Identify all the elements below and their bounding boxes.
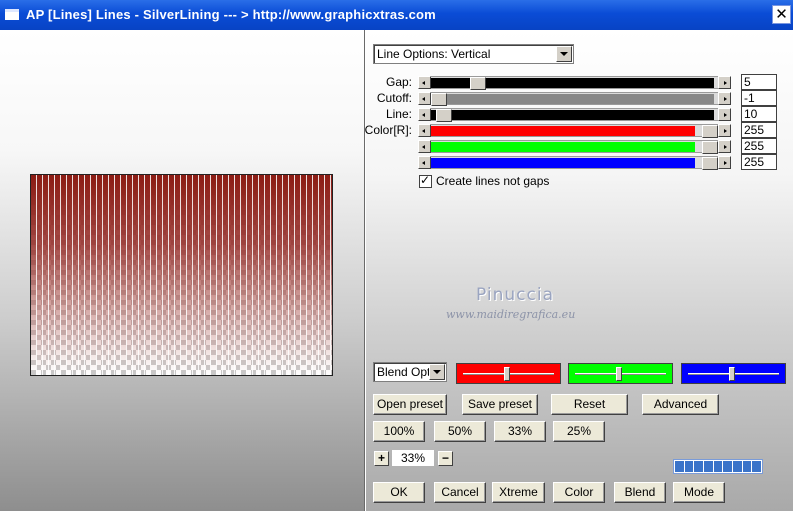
slider-track[interactable] bbox=[431, 92, 718, 106]
advanced-button[interactable]: Advanced bbox=[642, 394, 719, 415]
preview-image[interactable] bbox=[30, 174, 333, 376]
blend-slider-thumb[interactable] bbox=[729, 367, 735, 381]
progress-indicator bbox=[673, 459, 763, 474]
title-bar: AP [Lines] Lines - SilverLining --- > ht… bbox=[0, 0, 793, 30]
slider-track[interactable] bbox=[431, 156, 718, 170]
slider-value-field[interactable]: 255 bbox=[741, 122, 777, 138]
progress-segment bbox=[723, 461, 733, 472]
ok-button[interactable]: OK bbox=[373, 482, 425, 503]
blend-slider-thumb[interactable] bbox=[504, 367, 510, 381]
arrow-right-icon[interactable] bbox=[718, 76, 731, 89]
slider-track[interactable] bbox=[431, 76, 718, 90]
window-icon bbox=[5, 9, 19, 20]
slider-value-field[interactable]: 255 bbox=[741, 154, 777, 170]
progress-segment bbox=[742, 461, 752, 472]
blend-button[interactable]: Blend bbox=[614, 482, 666, 503]
zoom-25-button[interactable]: 25% bbox=[553, 421, 605, 442]
arrow-left-icon[interactable] bbox=[418, 140, 431, 153]
blend-color-slider[interactable] bbox=[568, 363, 673, 384]
slider-fill bbox=[431, 110, 714, 120]
window-title: AP [Lines] Lines - SilverLining --- > ht… bbox=[26, 7, 436, 22]
slider[interactable] bbox=[418, 156, 731, 170]
slider-track[interactable] bbox=[431, 124, 718, 138]
slider-label: Line: bbox=[385, 107, 412, 121]
arrow-left-icon[interactable] bbox=[418, 76, 431, 89]
save-preset-button[interactable]: Save preset bbox=[462, 394, 538, 415]
zoom-50-button[interactable]: 50% bbox=[434, 421, 486, 442]
reset-button[interactable]: Reset bbox=[551, 394, 628, 415]
chevron-down-icon[interactable] bbox=[429, 364, 445, 380]
slider-track[interactable] bbox=[431, 108, 718, 122]
slider-fill bbox=[431, 94, 714, 104]
arrow-right-icon[interactable] bbox=[718, 124, 731, 137]
line-options-select[interactable]: Line Options: Vertical bbox=[373, 44, 574, 64]
chevron-down-icon[interactable] bbox=[556, 46, 572, 62]
progress-segment bbox=[752, 461, 762, 472]
slider-track[interactable] bbox=[431, 140, 718, 154]
progress-segment bbox=[694, 461, 704, 472]
slider-value-field[interactable]: 255 bbox=[741, 138, 777, 154]
slider[interactable] bbox=[418, 92, 731, 106]
slider-value-field[interactable]: 10 bbox=[741, 106, 777, 122]
xtreme-button[interactable]: Xtreme bbox=[492, 482, 545, 503]
color-button[interactable]: Color bbox=[553, 482, 605, 503]
zoom-100-button[interactable]: 100% bbox=[373, 421, 425, 442]
slider[interactable] bbox=[418, 108, 731, 122]
zoom-level-field[interactable]: 33% bbox=[392, 450, 434, 466]
slider-label: Color[R]: bbox=[364, 123, 412, 137]
close-button[interactable]: ✕ bbox=[772, 5, 791, 24]
slider-fill bbox=[431, 158, 695, 168]
progress-segment bbox=[733, 461, 742, 472]
arrow-left-icon[interactable] bbox=[418, 92, 431, 105]
slider-thumb[interactable] bbox=[470, 77, 486, 90]
slider[interactable] bbox=[418, 140, 731, 154]
watermark-url: www.maidiregrafica.eu bbox=[446, 308, 576, 321]
slider-thumb[interactable] bbox=[702, 141, 718, 154]
arrow-left-icon[interactable] bbox=[418, 108, 431, 121]
arrow-right-icon[interactable] bbox=[718, 108, 731, 121]
slider-thumb[interactable] bbox=[431, 93, 447, 106]
create-lines-checkbox[interactable] bbox=[419, 173, 432, 188]
blend-color-slider[interactable] bbox=[681, 363, 786, 384]
slider-value-field[interactable]: 5 bbox=[741, 74, 777, 90]
preview-pane bbox=[0, 30, 364, 511]
slider-fill bbox=[431, 142, 695, 152]
create-lines-label: Create lines not gaps bbox=[436, 174, 550, 188]
preview-lines bbox=[31, 175, 332, 375]
arrow-left-icon[interactable] bbox=[418, 124, 431, 137]
blend-slider-thumb[interactable] bbox=[616, 367, 622, 381]
slider-thumb[interactable] bbox=[702, 157, 718, 170]
watermark-name: Pinuccia bbox=[476, 285, 554, 305]
arrow-right-icon[interactable] bbox=[718, 156, 731, 169]
arrow-left-icon[interactable] bbox=[418, 156, 431, 169]
line-options-value: Line Options: Vertical bbox=[377, 47, 491, 61]
zoom-in-button[interactable]: + bbox=[374, 451, 389, 466]
progress-segment bbox=[675, 461, 684, 472]
slider-label: Gap: bbox=[385, 75, 412, 89]
controls-panel: Line Options: Vertical Gap: 5 Cutoff: -1 Lin… bbox=[365, 30, 793, 511]
slider[interactable] bbox=[418, 76, 731, 90]
arrow-right-icon[interactable] bbox=[718, 140, 731, 153]
slider-thumb[interactable] bbox=[436, 109, 452, 122]
slider[interactable] bbox=[418, 124, 731, 138]
mode-button[interactable]: Mode bbox=[673, 482, 725, 503]
slider-thumb[interactable] bbox=[702, 125, 718, 138]
cancel-button[interactable]: Cancel bbox=[434, 482, 486, 503]
zoom-out-button[interactable]: − bbox=[438, 451, 453, 466]
progress-segment bbox=[684, 461, 694, 472]
blend-options-select[interactable]: Blend Options bbox=[373, 362, 447, 382]
slider-label: Cutoff: bbox=[376, 91, 412, 105]
progress-segment bbox=[704, 461, 713, 472]
slider-fill bbox=[431, 126, 695, 136]
open-preset-button[interactable]: Open preset bbox=[373, 394, 447, 415]
slider-value-field[interactable]: -1 bbox=[741, 90, 777, 106]
zoom-33-button[interactable]: 33% bbox=[494, 421, 546, 442]
arrow-right-icon[interactable] bbox=[718, 92, 731, 105]
progress-segment bbox=[713, 461, 723, 472]
blend-color-slider[interactable] bbox=[456, 363, 561, 384]
blend-options-value: Blend Options bbox=[377, 365, 431, 379]
